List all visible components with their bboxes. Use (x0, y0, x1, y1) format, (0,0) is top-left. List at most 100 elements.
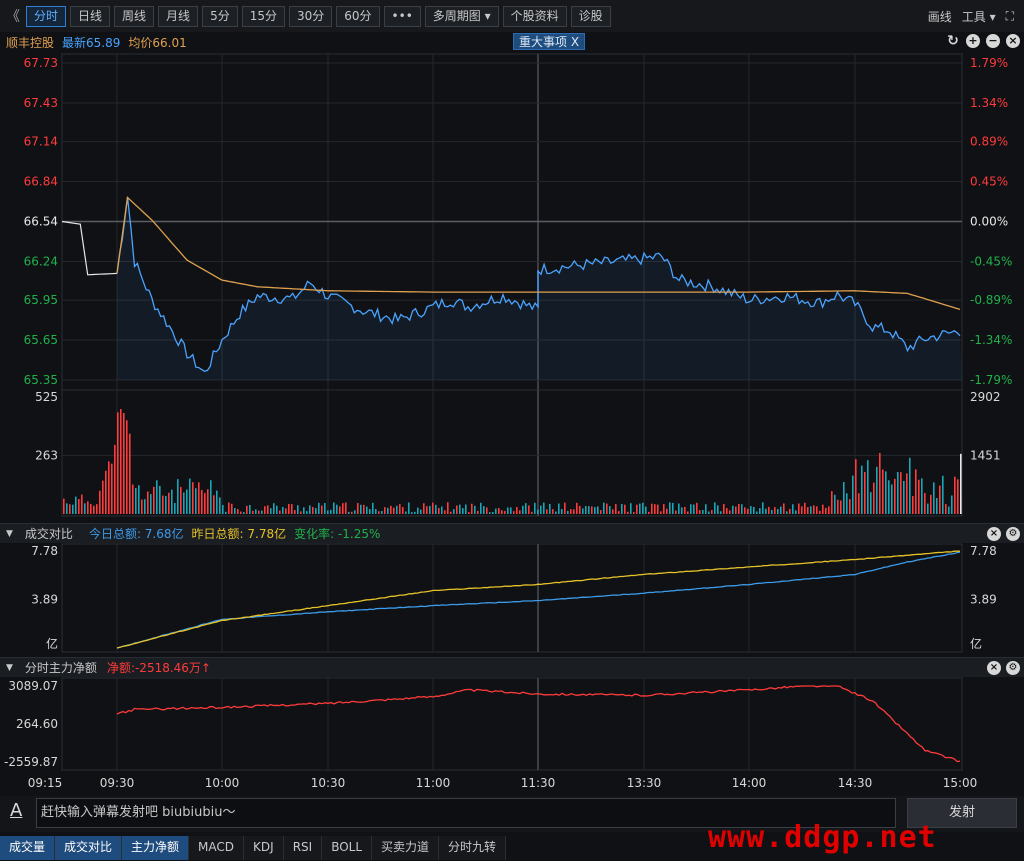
panel-frame-2 (61, 543, 963, 653)
volume-bar (423, 503, 425, 514)
volume-bar (309, 505, 311, 514)
volume-bar (492, 511, 494, 514)
percent-tick-label: 0.89% (970, 135, 1008, 149)
volume-bar (819, 510, 821, 514)
collapse-arrow-icon[interactable]: ▼ (6, 529, 13, 539)
volume-bar (858, 493, 860, 514)
volume-bar (237, 509, 239, 514)
price-tick-label: 65.35 (24, 373, 58, 387)
volume-bar (312, 506, 314, 514)
volume-bar (474, 505, 476, 514)
volume-bar (768, 506, 770, 514)
volume-bar (945, 503, 947, 514)
volume-bar (855, 459, 857, 514)
indicator-tab-0[interactable]: 成交量 (0, 836, 56, 860)
price-tick-label: 66.24 (24, 254, 58, 268)
volume-bar (834, 494, 836, 514)
volume-bar (603, 502, 605, 514)
indicator-tab-6[interactable]: BOLL (322, 836, 373, 860)
volume-bar (186, 489, 188, 514)
indicator-tab-3[interactable]: MACD (189, 836, 245, 860)
compare-section-header: ▼ 成交对比 今日总额: 7.68亿 昨日总额: 7.78亿 变化率: -1.2… (0, 523, 1024, 543)
volume-bar (933, 482, 935, 514)
time-tick-label: 09:15 (28, 776, 63, 790)
volume-bar (711, 510, 713, 514)
price-tick-label: 67.14 (24, 135, 58, 149)
volume-bar (867, 460, 869, 514)
volume-bar (579, 505, 581, 514)
volume-bar (174, 503, 176, 514)
settings-gear-icon[interactable]: ⚙ (1006, 527, 1020, 541)
volume-bar (825, 507, 827, 514)
volume-bar (69, 504, 71, 514)
volume-bar (477, 510, 479, 514)
time-tick-label: 14:30 (838, 776, 873, 790)
volume-bar (804, 502, 806, 514)
volume-bar (675, 510, 677, 514)
volume-bar (726, 508, 728, 514)
volume-bar (381, 510, 383, 514)
volume-bar (537, 509, 539, 514)
volume-bar (582, 508, 584, 514)
time-tick-label: 11:00 (416, 776, 451, 790)
volume-bar (402, 507, 404, 514)
settings-gear-icon[interactable]: ⚙ (1006, 661, 1020, 675)
indicator-tab-4[interactable]: KDJ (244, 836, 284, 860)
compare-title: 成交对比 (24, 527, 73, 541)
close-section-icon[interactable]: × (987, 527, 1001, 541)
indicator-tab-1[interactable]: 成交对比 (55, 836, 123, 860)
volume-bar (774, 507, 776, 514)
volume-bar (807, 507, 809, 514)
close-section-icon[interactable]: × (987, 661, 1001, 675)
volume-bar (453, 509, 455, 514)
percent-tick-label: 1.79% (970, 56, 1008, 70)
volume-bar (165, 495, 167, 514)
volume-bar (183, 492, 185, 514)
volume-bar (336, 504, 338, 514)
change-rate: 变化率: -1.25% (294, 527, 381, 541)
volume-bar (129, 433, 131, 514)
volume-bar (333, 502, 335, 514)
volume-bar (558, 503, 560, 514)
indicator-tab-2[interactable]: 主力净额 (122, 836, 190, 860)
volume-bar (720, 511, 722, 514)
collapse-arrow-icon[interactable]: ▼ (6, 663, 13, 673)
volume-bar (609, 506, 611, 514)
volume-bar (876, 466, 878, 514)
volume-bar (255, 509, 257, 514)
compare-tick-label: 3.89 (970, 593, 997, 607)
percent-tick-label: 0.00% (970, 215, 1008, 229)
volume-bar (441, 506, 443, 514)
font-style-icon[interactable]: A (10, 800, 22, 821)
volume-bar (900, 472, 902, 514)
volume-bar (225, 511, 227, 514)
volume-bar (273, 503, 275, 514)
volume-bar (501, 510, 503, 514)
volume-bar (72, 504, 74, 514)
volume-bar (219, 497, 221, 514)
indicator-tab-5[interactable]: RSI (283, 836, 323, 860)
volume-bar (159, 485, 161, 514)
volume-bar (885, 471, 887, 514)
indicator-tab-8[interactable]: 分时九转 (439, 836, 507, 860)
volume-bar (744, 507, 746, 514)
volume-bar (588, 506, 590, 514)
volume-bar (432, 502, 434, 514)
volume-bar (618, 511, 620, 514)
volume-bar (267, 505, 269, 514)
volume-bar (102, 480, 104, 514)
volume-bar (648, 511, 650, 514)
volume-bar (345, 502, 347, 514)
volume-bar (585, 506, 587, 514)
volume-bar (783, 503, 785, 514)
volume-bar (927, 503, 929, 514)
volume-bar (111, 463, 113, 514)
volume-bar (888, 480, 890, 514)
indicator-tab-7[interactable]: 买卖力道 (372, 836, 440, 860)
volume-bar (651, 503, 653, 514)
volume-bar (936, 498, 938, 514)
net-value: 净额:-2518.46万↑ (106, 661, 211, 675)
volume-bar (456, 505, 458, 514)
volume-bar (303, 507, 305, 514)
volume-bar (597, 506, 599, 514)
